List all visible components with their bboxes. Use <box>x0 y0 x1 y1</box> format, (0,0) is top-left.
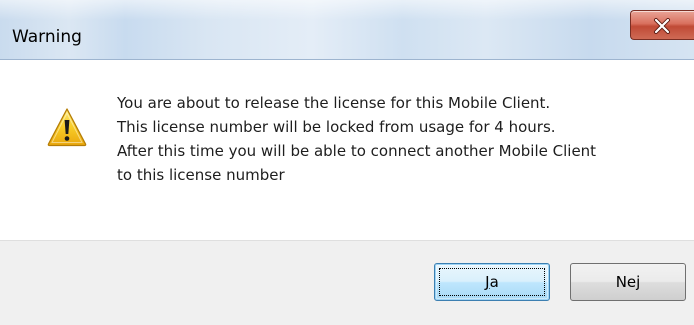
close-button[interactable] <box>630 10 694 40</box>
dialog-content: You are about to release the license for… <box>0 60 694 240</box>
warning-dialog: Warning You are about to release the lic… <box>0 0 694 325</box>
message-line: to this license number <box>117 166 285 184</box>
button-bar: Ja Nej <box>0 240 694 325</box>
warning-icon <box>47 108 87 147</box>
message-line: You are about to release the license for… <box>117 94 551 112</box>
window-title: Warning <box>12 27 82 47</box>
yes-button-label: Ja <box>485 273 499 291</box>
yes-button[interactable]: Ja <box>434 263 550 301</box>
close-icon <box>654 18 670 34</box>
message-line: After this time you will be able to conn… <box>117 142 597 160</box>
title-bar[interactable]: Warning <box>0 0 694 60</box>
no-button[interactable]: Nej <box>570 263 686 301</box>
no-button-label: Nej <box>615 273 641 291</box>
message-text: You are about to release the license for… <box>117 91 677 187</box>
message-line: This license number will be locked from … <box>117 118 556 136</box>
